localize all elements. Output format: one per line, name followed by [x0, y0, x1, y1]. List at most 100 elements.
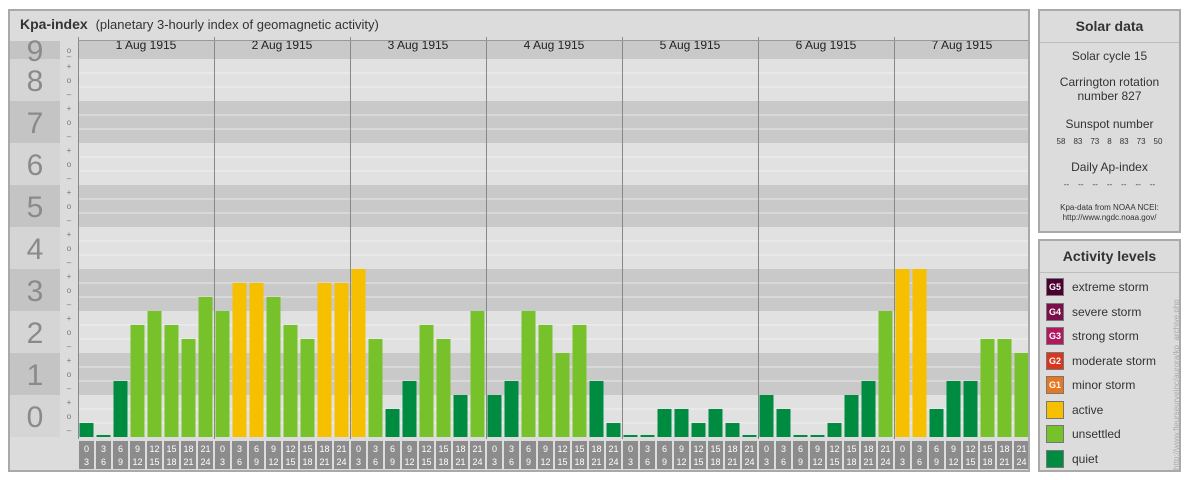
hour-label-end: 15: [693, 457, 703, 467]
hour-label-end: 3: [492, 457, 497, 467]
kp-bar: [266, 297, 281, 437]
data-source-note: Kpa-data from NOAA NCEI: http://www.ngdc…: [1040, 203, 1179, 223]
kp-bar: [776, 408, 791, 437]
hour-label-end: 9: [934, 457, 939, 467]
hour-label-start: 12: [965, 444, 975, 454]
hour-label-start: 6: [118, 444, 123, 454]
kp-bar: [334, 282, 349, 437]
kp-bar: [827, 423, 842, 437]
kp-bar: [912, 269, 927, 437]
hour-label-start: 3: [917, 444, 922, 454]
hour-label-end: 21: [591, 457, 601, 467]
hour-label-start: 6: [798, 444, 803, 454]
hour-label-end: 6: [781, 457, 786, 467]
hour-label-end: 18: [846, 457, 856, 467]
kp-bar: [198, 297, 213, 437]
hour-label-end: 3: [356, 457, 361, 467]
hour-label-end: 24: [608, 457, 618, 467]
kp-bar: [725, 423, 740, 437]
kpa-chart-panel: 0 + o –1 + o –2 + o –3 + o –4 + o –5 + o –6 + o –7 + o –8 + o –9 o –1…: [8, 9, 1030, 472]
hour-label-end: 9: [254, 457, 259, 467]
kp-bar: [470, 311, 485, 437]
y-subtick-mark: o: [67, 202, 72, 211]
kp-bar: [521, 311, 536, 437]
kp-bar: [691, 423, 706, 437]
y-subtick-mark: –: [67, 90, 72, 99]
y-subtick-mark: o: [67, 286, 72, 295]
y-subtick-mark: –: [67, 52, 72, 61]
hour-label-start: 15: [302, 444, 312, 454]
activity-levels-panel: Activity levels G5 extreme storm G4 severe …: [1038, 239, 1181, 472]
y-subtick-mark: –: [67, 342, 72, 351]
hour-label-start: 21: [608, 444, 618, 454]
hour-label-start: 18: [999, 444, 1009, 454]
kpa-bar-chart: 0 +o–1 +o–2 +o–3 +o–4 +o–5 +o–6 +o–7 +o–8 +o–9 o–1…: [10, 11, 1028, 470]
solar-cycle: Solar cycle 15: [1071, 49, 1148, 63]
hour-label-start: 6: [390, 444, 395, 454]
y-subtick-mark: +: [67, 356, 72, 365]
legend-swatch: G3: [1046, 327, 1064, 346]
hour-label-start: 18: [183, 444, 193, 454]
kp-bar: [79, 423, 94, 437]
y-subtick-mark: –: [67, 174, 72, 183]
kp-bar: [130, 324, 145, 437]
hour-label-start: 9: [679, 444, 684, 454]
ap-value: --: [1135, 180, 1141, 189]
hour-label-start: 21: [744, 444, 754, 454]
kp-bar: [623, 435, 638, 437]
hour-label-end: 24: [472, 457, 482, 467]
data-source-link[interactable]: http://www.ngdc.noaa.gov/: [1040, 213, 1179, 223]
hour-label-start: 3: [101, 444, 106, 454]
legend-item-strong-storm: G3 strong storm: [1040, 324, 1179, 349]
hour-label-end: 15: [557, 457, 567, 467]
hour-label-start: 0: [84, 444, 89, 454]
kp-bar: [453, 395, 468, 437]
hour-label-end: 3: [764, 457, 769, 467]
hour-label-start: 6: [526, 444, 531, 454]
hour-label-end: 21: [999, 457, 1009, 467]
hour-label-end: 15: [421, 457, 431, 467]
ap-value: --: [1149, 180, 1156, 189]
hour-label-end: 12: [676, 457, 686, 467]
hour-label-start: 0: [492, 444, 497, 454]
legend-label: quiet: [1072, 451, 1099, 466]
kp-bar: [895, 269, 910, 437]
ap-value: --: [1092, 180, 1098, 189]
hour-label-end: 12: [132, 457, 142, 467]
hour-label-start: 6: [662, 444, 667, 454]
kp-bar: [980, 339, 995, 437]
hour-label-start: 15: [846, 444, 856, 454]
hour-label-start: 6: [254, 444, 259, 454]
hour-label-end: 24: [1016, 457, 1026, 467]
legend-swatch: G4: [1046, 302, 1064, 321]
y-subtick-mark: –: [67, 426, 72, 435]
hour-label-start: 18: [863, 444, 873, 454]
carrington-line-1: Carrington rotation: [1059, 75, 1160, 89]
hour-label-end: 15: [965, 457, 975, 467]
sunspot-title: Sunspot number: [1065, 117, 1154, 131]
hour-label-end: 9: [798, 457, 803, 467]
y-subtick-mark: o: [67, 370, 72, 379]
hour-label-end: 24: [744, 457, 754, 467]
hour-label-end: 15: [149, 457, 159, 467]
legend-label: minor storm: [1072, 378, 1136, 393]
hour-label-start: 9: [951, 444, 956, 454]
y-subtick-mark: +: [67, 188, 72, 197]
kp-bar: [742, 435, 757, 437]
source-watermark: http://www.fleurseurveinc/aurora/kp_arch…: [1172, 299, 1181, 470]
kp-bar: [487, 395, 502, 437]
hour-label-end: 21: [727, 457, 737, 467]
kp-bar: [300, 339, 315, 437]
hour-label-end: 9: [118, 457, 123, 467]
ap-value: --: [1078, 180, 1084, 189]
ap-index-values: -- -- -- -- -- -- --: [1040, 180, 1179, 189]
hour-label-end: 21: [183, 457, 193, 467]
sunspot-value: 8: [1107, 137, 1112, 146]
level-band-7: [78, 101, 1028, 143]
kp-bar: [283, 324, 298, 437]
sunspot-value: 83: [1119, 137, 1129, 146]
kp-bar: [249, 282, 264, 437]
sunspot-value: 50: [1153, 137, 1163, 146]
kp-bar: [419, 324, 434, 437]
hour-label-start: 3: [373, 444, 378, 454]
